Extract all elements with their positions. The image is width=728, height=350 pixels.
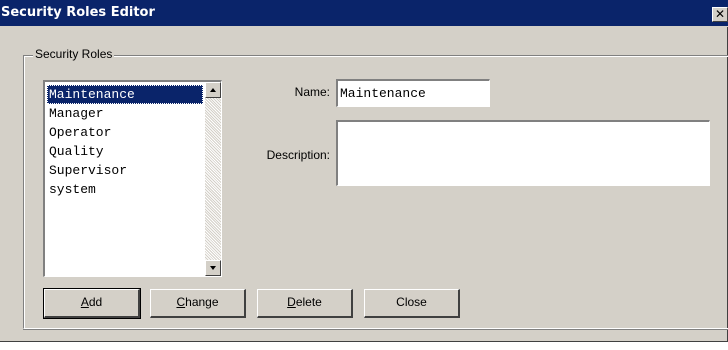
list-item[interactable]: Maintenance	[47, 85, 203, 104]
roles-listbox[interactable]: Maintenance Manager Operator Quality Sup…	[43, 80, 222, 277]
roles-list: Maintenance Manager Operator Quality Sup…	[47, 85, 203, 199]
scroll-up-button[interactable]	[205, 82, 221, 98]
list-item[interactable]: system	[47, 180, 203, 199]
change-accel: C	[176, 295, 186, 309]
close-button[interactable]: Close	[364, 289, 460, 318]
group-legend: Security Roles	[33, 47, 115, 61]
name-field[interactable]: Maintenance	[336, 79, 490, 107]
triangle-down-icon	[210, 266, 216, 270]
vertical-scrollbar[interactable]	[205, 82, 221, 276]
delete-accel: D	[287, 295, 296, 309]
list-item[interactable]: Quality	[47, 142, 203, 161]
name-label: Name:	[294, 85, 330, 99]
list-item[interactable]: Operator	[47, 123, 203, 142]
change-label: hange	[185, 295, 219, 309]
add-accel: A	[80, 295, 89, 309]
add-button[interactable]: Add	[43, 288, 141, 319]
list-item[interactable]: Supervisor	[47, 161, 203, 180]
delete-label: elete	[295, 295, 322, 309]
delete-button[interactable]: Delete	[257, 289, 353, 318]
scroll-down-button[interactable]	[205, 260, 221, 276]
dialog-window: Security Roles Editor ✕ Security Roles M…	[0, 0, 728, 342]
add-label: dd	[88, 295, 103, 309]
title-bar[interactable]: Security Roles Editor ✕	[0, 0, 728, 27]
description-field[interactable]	[336, 120, 710, 186]
change-button[interactable]: Change	[150, 289, 246, 318]
window-title: Security Roles Editor	[1, 5, 155, 20]
description-label: Description:	[266, 148, 330, 162]
close-icon[interactable]: ✕	[712, 7, 728, 22]
list-item[interactable]: Manager	[47, 104, 203, 123]
triangle-up-icon	[210, 88, 216, 92]
